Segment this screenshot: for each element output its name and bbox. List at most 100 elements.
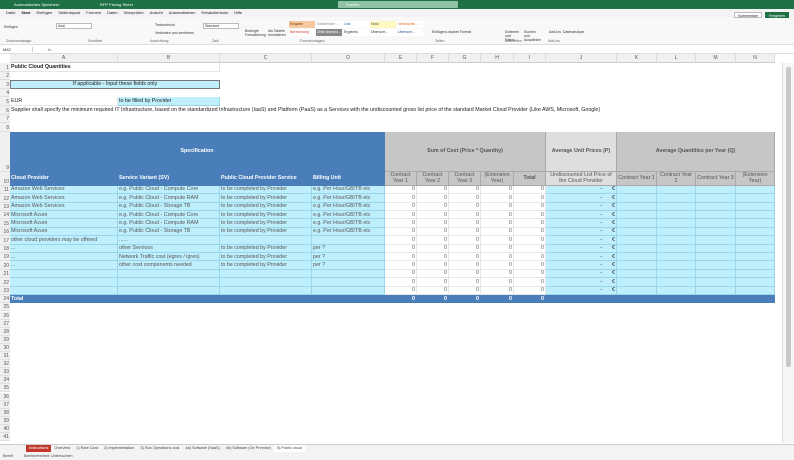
row-header[interactable]: 3 (0, 80, 10, 89)
quantity-input[interactable] (657, 211, 696, 219)
row-header[interactable]: 6 (0, 106, 10, 115)
sheet-tab[interactable]: Instructions (26, 445, 51, 452)
data-cell[interactable]: to be completed by Provider (220, 219, 312, 227)
row-header[interactable]: 37 (0, 401, 10, 409)
data-cell[interactable]: ... (10, 245, 118, 253)
data-cell[interactable]: to be completed by Provider (220, 194, 312, 202)
cell-style-option[interactable]: Überschr... (397, 29, 423, 36)
data-cell[interactable]: Network Traffic cost (egres / igres) (118, 253, 220, 261)
unit-price-input[interactable]: -€ (546, 228, 617, 236)
quantity-input[interactable] (657, 261, 696, 269)
data-cell[interactable] (10, 278, 118, 286)
row-header[interactable]: 10 (0, 172, 10, 186)
quantity-input[interactable] (657, 236, 696, 244)
quantity-input[interactable] (617, 228, 657, 236)
quantity-input[interactable] (696, 253, 736, 261)
share-button[interactable]: Freigeben (765, 12, 789, 18)
cell-style-option[interactable]: Zelle überprü... (316, 29, 342, 36)
data-analysis-button[interactable]: Datenanalyse (563, 30, 584, 34)
unit-price-input[interactable]: -€ (546, 203, 617, 211)
quantity-input[interactable] (696, 203, 736, 211)
quantity-input[interactable] (657, 219, 696, 227)
quantity-input[interactable] (696, 186, 736, 194)
row-header[interactable]: 13 (0, 203, 10, 211)
quantity-input[interactable] (617, 253, 657, 261)
row-header[interactable]: 22 (0, 278, 10, 286)
row-header[interactable]: 27 (0, 320, 10, 328)
cell-style-option[interactable]: Link (343, 21, 369, 28)
data-cell[interactable]: Microsoft Azure (10, 228, 118, 236)
row-header[interactable]: 11 (0, 186, 10, 194)
row-header[interactable]: 24 (0, 295, 10, 303)
quantity-input[interactable] (617, 219, 657, 227)
row-header[interactable]: 1 (0, 63, 10, 72)
unit-price-input[interactable]: -€ (546, 253, 617, 261)
ribbon-tab-4[interactable]: Formeln (86, 9, 101, 17)
quantity-input[interactable] (657, 278, 696, 286)
vertical-scrollbar[interactable] (782, 63, 794, 443)
quantity-input[interactable] (736, 186, 775, 194)
column-header-G[interactable]: G (449, 54, 481, 63)
data-cell[interactable]: e.g. Public Cloud - Compute Core (118, 211, 220, 219)
row-header[interactable]: 16 (0, 228, 10, 236)
quantity-input[interactable] (617, 270, 657, 278)
row-header[interactable]: 33 (0, 368, 10, 376)
sheet-tab[interactable]: Overview (51, 445, 73, 452)
comments-button[interactable]: Kommentare (734, 12, 762, 18)
data-cell[interactable]: e.g. Public Cloud - Compute RAM (118, 219, 220, 227)
row-header[interactable]: 25 (0, 303, 10, 311)
column-header-A[interactable]: A (10, 54, 118, 63)
column-header-F[interactable]: F (417, 54, 449, 63)
number-format-select[interactable]: Standard (203, 23, 239, 29)
row-header[interactable]: 28 (0, 328, 10, 336)
row-header[interactable]: 14 (0, 211, 10, 219)
format-cells-button[interactable]: Format (460, 30, 471, 34)
row-header[interactable]: 4 (0, 89, 10, 98)
accessibility-status[interactable]: Barrierefreiheit: Untersuchen (24, 454, 73, 458)
data-cell[interactable]: e.g. Public Cloud - Compute RAM (118, 194, 220, 202)
data-cell[interactable]: other cloud providers may be offered (10, 236, 118, 244)
sheet-tab[interactable]: 4a) Software (SaaS) (182, 445, 222, 452)
data-cell[interactable]: to be completed by Provider (220, 245, 312, 253)
quantity-input[interactable] (696, 278, 736, 286)
unit-price-input[interactable]: -€ (546, 270, 617, 278)
quantity-input[interactable] (657, 194, 696, 202)
data-cell[interactable]: e.g. Public Cloud - Compute Core (118, 186, 220, 194)
ribbon-tab-5[interactable]: Daten (107, 9, 118, 17)
data-cell[interactable] (312, 236, 385, 244)
row-header[interactable]: 12 (0, 194, 10, 202)
quantity-input[interactable] (617, 245, 657, 253)
quantity-input[interactable] (617, 194, 657, 202)
quantity-input[interactable] (657, 186, 696, 194)
data-cell[interactable] (312, 287, 385, 295)
data-cell[interactable] (220, 278, 312, 286)
data-cell[interactable]: Microsoft Azure (10, 219, 118, 227)
row-header[interactable]: 21 (0, 270, 10, 278)
row-header[interactable]: 23 (0, 287, 10, 295)
row-header[interactable]: 38 (0, 409, 10, 417)
quantity-input[interactable] (736, 211, 775, 219)
paste-button[interactable]: Einfügen (4, 25, 18, 29)
data-cell[interactable]: e.g. Public Cloud - Storage TB (118, 228, 220, 236)
ribbon-tab-10[interactable]: Hilfe (234, 9, 242, 17)
data-cell[interactable]: to be completed by Provider (220, 261, 312, 269)
data-cell[interactable] (10, 270, 118, 278)
insert-cells-button[interactable]: Einfügen (432, 30, 446, 34)
unit-price-input[interactable]: -€ (546, 261, 617, 269)
cell-style-option[interactable]: Überschr... (370, 29, 396, 36)
row-header[interactable]: 18 (0, 245, 10, 253)
quantity-input[interactable] (736, 194, 775, 202)
data-cell[interactable]: other Services (118, 245, 220, 253)
data-cell[interactable]: Amazon Web Services (10, 203, 118, 211)
column-header-I[interactable]: I (514, 54, 546, 63)
row-header[interactable]: 7 (0, 115, 10, 124)
quantity-input[interactable] (617, 287, 657, 295)
row-header[interactable]: 35 (0, 384, 10, 392)
data-cell[interactable]: to be completed by Provider (220, 253, 312, 261)
quantity-input[interactable] (617, 261, 657, 269)
data-cell[interactable]: other cost components needed (118, 261, 220, 269)
ribbon-tab-9[interactable]: Entwicklertools (201, 9, 228, 17)
row-header[interactable]: 19 (0, 253, 10, 261)
data-cell[interactable] (118, 287, 220, 295)
data-cell[interactable]: ... (10, 253, 118, 261)
